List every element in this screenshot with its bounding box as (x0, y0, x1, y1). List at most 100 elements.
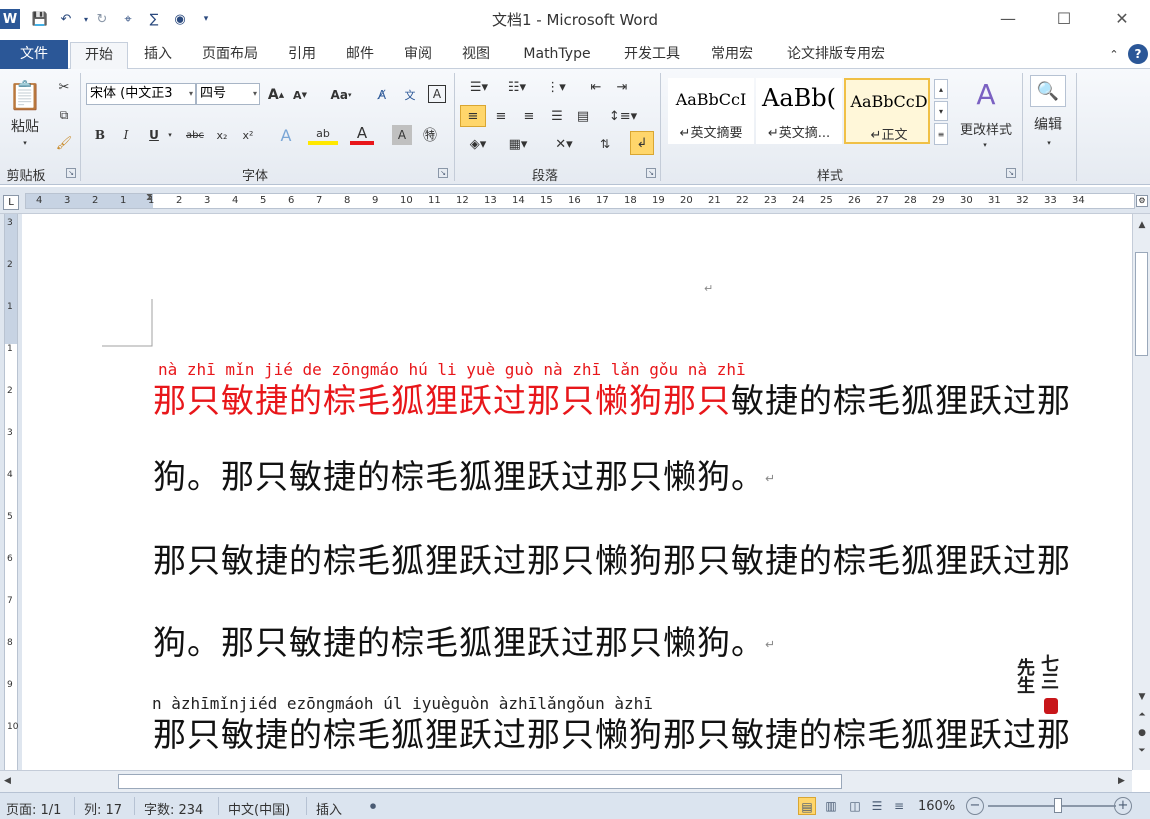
editing-dropdown-icon[interactable]: ▾ (1042, 137, 1056, 149)
shading-icon[interactable]: ◈▾ (462, 133, 494, 155)
tab-common-macros[interactable]: 常用宏 (700, 42, 764, 69)
text-line-4[interactable]: 狗。那只敏捷的棕毛狐狸跃过那只懒狗。↵ (153, 616, 776, 664)
subscript-button[interactable]: x₂ (212, 125, 232, 145)
next-page-icon[interactable]: ⏷ (1133, 746, 1150, 756)
change-styles-icon[interactable]: A (966, 77, 1006, 111)
view-ruler-icon[interactable]: ⚙ (1136, 195, 1148, 207)
text-line-2[interactable]: 狗。那只敏捷的棕毛狐狸跃过那只懒狗。↵ (153, 450, 776, 498)
align-right-button[interactable]: ≡ (518, 105, 540, 127)
maximize-button[interactable]: ☐ (1044, 4, 1084, 32)
vertical-ruler[interactable]: 3 2 1 1 2 3 4 5 6 7 8 9 10 (0, 214, 22, 770)
align-left-button[interactable]: ≡ (460, 105, 486, 127)
styles-scroll-up-icon[interactable]: ▴ (934, 79, 948, 99)
chinese-layout-icon[interactable]: ✕▾ (548, 133, 580, 155)
word-count[interactable]: 字数: 234 (144, 799, 203, 818)
horizontal-ruler[interactable]: L 4 3 2 1 1 2 3 4 5 6 7 8 9 10 11 12 13 14 15 16 17 18 19 20 21 2… (0, 187, 1150, 214)
numbering-icon[interactable]: ☷▾ (502, 77, 532, 97)
vertical-scrollbar[interactable]: ▲ ▼ ⏶ ● ⏷ (1132, 214, 1150, 770)
align-center-button[interactable]: ≡ (490, 105, 512, 127)
bold-button[interactable]: B (90, 125, 110, 145)
tab-mathtype[interactable]: MathType (512, 42, 602, 69)
draft-icon[interactable]: ≡ (890, 797, 908, 815)
tab-view[interactable]: 视图 (454, 42, 498, 69)
phonetic-guide-icon[interactable]: 文 (400, 85, 420, 105)
bullets-icon[interactable]: ☰▾ (464, 77, 494, 97)
justify-button[interactable]: ☰ (546, 105, 568, 127)
text-line-1[interactable]: 那只敏捷的棕毛狐狸跃过那只懒狗那只敏捷的棕毛狐狸跃过那 (153, 374, 1071, 422)
tab-mailings[interactable]: 邮件 (338, 42, 382, 69)
outline-icon[interactable]: ☰ (868, 797, 886, 815)
macro-record-icon[interactable]: ⏺ (364, 797, 382, 815)
zoom-slider-track[interactable] (988, 805, 1116, 807)
minimize-button[interactable]: — (988, 4, 1028, 32)
cut-icon[interactable]: ✂ (54, 77, 74, 97)
strikethrough-button[interactable]: abc (182, 125, 208, 145)
change-case-button[interactable]: Aa ▾ (326, 85, 356, 105)
zoom-level[interactable]: 160% (918, 799, 955, 814)
styles-more-icon[interactable]: ≡ (934, 123, 948, 145)
character-shading-icon[interactable]: A (392, 125, 412, 145)
vertical-scroll-thumb[interactable] (1135, 252, 1148, 356)
print-layout-icon[interactable]: ▤ (798, 797, 816, 815)
tab-thesis-macros[interactable]: 论文排版专用宏 (776, 42, 896, 69)
language-indicator[interactable]: 中文(中国) (228, 799, 290, 818)
indent-marker-icon[interactable]: ⧗ (146, 194, 153, 203)
paste-icon[interactable]: 📋 (6, 75, 44, 115)
styles-launcher-icon[interactable]: ↘ (1006, 168, 1016, 178)
enclose-characters-icon[interactable]: ㊕ (420, 125, 440, 145)
full-screen-reading-icon[interactable]: ▥ (822, 797, 840, 815)
insert-mode[interactable]: 插入 (316, 799, 342, 818)
tab-review[interactable]: 审阅 (396, 42, 440, 69)
horizontal-scroll-thumb[interactable] (118, 774, 842, 789)
line-spacing-icon[interactable]: ↕≡▾ (606, 105, 640, 127)
sort-icon[interactable]: ⇅ (594, 133, 616, 155)
change-styles-button[interactable]: 更改样式 (952, 119, 1020, 138)
clear-formatting-icon[interactable]: A̸ (372, 85, 392, 105)
distributed-icon[interactable]: ▤ (572, 105, 594, 127)
font-launcher-icon[interactable]: ↘ (438, 168, 448, 178)
borders-icon[interactable]: ▦▾ (502, 133, 534, 155)
browse-object-icon[interactable]: ● (1133, 728, 1150, 738)
styles-scroll-down-icon[interactable]: ▾ (934, 101, 948, 121)
character-border-icon[interactable]: A (428, 85, 446, 103)
tab-developer[interactable]: 开发工具 (614, 42, 690, 69)
text-effects-icon[interactable]: A (274, 125, 298, 145)
paragraph-launcher-icon[interactable]: ↘ (646, 168, 656, 178)
zoom-out-icon[interactable]: − (966, 797, 984, 815)
tab-page-layout[interactable]: 页面布局 (194, 42, 266, 69)
column-indicator[interactable]: 列: 17 (84, 799, 122, 818)
ruler-strip[interactable]: 4 3 2 1 1 2 3 4 5 6 7 8 9 10 11 12 13 14 15 16 17 18 19 20 21 22 2… (25, 193, 1135, 209)
grow-font-button[interactable]: A ▲ (266, 85, 286, 105)
highlight-icon[interactable]: ab (308, 125, 338, 145)
scroll-down-icon[interactable]: ▼ (1133, 692, 1150, 702)
style-english-abstract-2[interactable]: AaBb( ↵英文摘... (756, 78, 842, 144)
font-color-icon[interactable]: A (350, 124, 374, 145)
increase-indent-icon[interactable]: ⇥ (612, 77, 632, 97)
tab-insert[interactable]: 插入 (136, 42, 180, 69)
style-normal[interactable]: AaBbCcD ↵正文 (844, 78, 930, 144)
previous-page-icon[interactable]: ⏶ (1133, 710, 1150, 720)
page-indicator[interactable]: 页面: 1/1 (6, 799, 61, 818)
scroll-left-icon[interactable]: ◀ (4, 776, 11, 786)
help-icon[interactable]: ? (1128, 44, 1148, 64)
multilevel-list-icon[interactable]: ⋮▾ (540, 77, 572, 97)
tab-file[interactable]: 文件 (0, 40, 68, 69)
font-name-combo[interactable]: 宋体 (中文正3 ▾ (86, 83, 196, 105)
underline-button[interactable]: U (144, 125, 164, 145)
horizontal-scrollbar[interactable]: ◀ ▶ (0, 770, 1132, 792)
italic-button[interactable]: I (116, 125, 136, 145)
close-button[interactable]: ✕ (1102, 4, 1142, 32)
tab-selector-icon[interactable]: L (3, 195, 19, 210)
editing-button[interactable]: 编辑 (1028, 115, 1068, 133)
show-marks-button[interactable]: ↲ (630, 131, 654, 155)
document-page[interactable]: ↵ nà zhī mǐn jié de zōngmáo hú li yuè gu… (22, 214, 1132, 770)
change-styles-dropdown-icon[interactable]: ▾ (978, 139, 992, 151)
font-size-combo[interactable]: 四号 ▾ (196, 83, 260, 105)
decrease-indent-icon[interactable]: ⇤ (586, 77, 606, 97)
scroll-right-icon[interactable]: ▶ (1118, 776, 1125, 786)
shrink-font-button[interactable]: A ▼ (290, 85, 310, 105)
zoom-slider-thumb[interactable] (1054, 798, 1062, 813)
format-painter-icon[interactable]: 🖌 (54, 133, 74, 153)
zoom-in-icon[interactable]: + (1114, 797, 1132, 815)
style-english-abstract[interactable]: AaBbCcI ↵英文摘要 (668, 78, 754, 144)
